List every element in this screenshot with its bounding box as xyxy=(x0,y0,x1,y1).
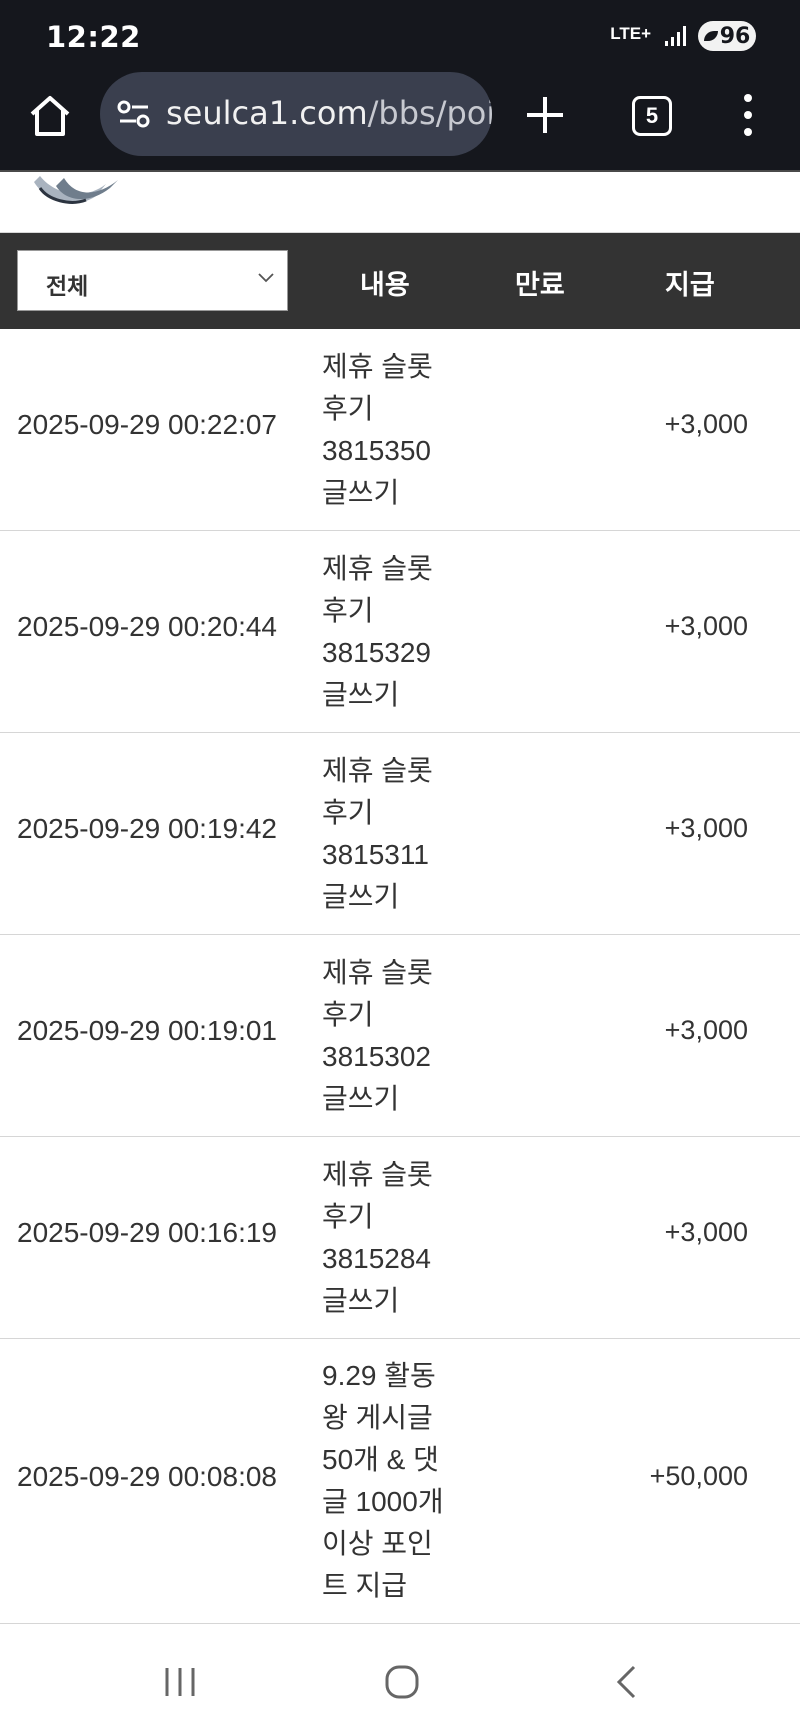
url-host: seulca1.com xyxy=(166,94,368,132)
row-date: 2025-09-29 00:08:08 xyxy=(17,1461,277,1492)
status-time: 12:22 xyxy=(46,20,141,54)
row-amount: +3,000 xyxy=(664,1217,748,1247)
site-logo[interactable] xyxy=(26,172,126,212)
row-amount: +3,000 xyxy=(664,611,748,641)
row-amount: +3,000 xyxy=(664,1015,748,1045)
row-date: 2025-09-29 00:19:01 xyxy=(17,1015,277,1046)
filter-value: 전체 xyxy=(46,273,89,299)
row-content: 제휴 슬롯 후기 3815350 글쓰기 xyxy=(322,351,433,508)
address-bar[interactable]: seulca1.com/bbs/poi xyxy=(100,72,492,156)
row-content: 제휴 슬롯 후기 3815311 글쓰기 xyxy=(322,755,433,912)
column-header-expire: 만료 xyxy=(515,270,565,300)
table-row: 2025-09-29 00:22:07 제휴 슬롯 후기 3815350 글쓰기… xyxy=(0,329,800,531)
chevron-down-icon xyxy=(258,273,274,283)
more-vert-icon[interactable] xyxy=(740,92,756,140)
row-amount: +50,000 xyxy=(649,1461,748,1491)
row-date: 2025-09-29 00:20:44 xyxy=(17,611,277,642)
battery-indicator: 96 xyxy=(698,21,756,51)
network-type: LTE+ xyxy=(610,24,651,43)
browser-toolbar: seulca1.com/bbs/poi 5 xyxy=(0,70,800,172)
column-header-content: 내용 xyxy=(360,270,410,300)
site-header xyxy=(0,172,800,233)
url-text[interactable]: seulca1.com/bbs/poi xyxy=(166,94,492,132)
signal-icon xyxy=(665,26,686,46)
points-table: 2025-09-29 00:22:07 제휴 슬롯 후기 3815350 글쓰기… xyxy=(0,329,800,1624)
row-content: 제휴 슬롯 후기 3815329 글쓰기 xyxy=(322,553,433,710)
power-saving-icon xyxy=(703,31,718,41)
table-row: 2025-09-29 00:20:44 제휴 슬롯 후기 3815329 글쓰기… xyxy=(0,531,800,733)
table-row: 2025-09-29 00:19:42 제휴 슬롯 후기 3815311 글쓰기… xyxy=(0,733,800,935)
row-content: 제휴 슬롯 후기 3815284 글쓰기 xyxy=(322,1159,433,1316)
row-content: 9.29 활동 왕 게시글 50개 & 댓 글 1000개 이상 포인 트 지급 xyxy=(322,1360,444,1601)
tune-icon[interactable] xyxy=(116,98,152,130)
table-row: 2025-09-29 00:19:01 제휴 슬롯 후기 3815302 글쓰기… xyxy=(0,935,800,1137)
recent-apps-icon[interactable] xyxy=(162,1666,198,1698)
row-date: 2025-09-29 00:16:19 xyxy=(17,1217,277,1248)
row-content: 제휴 슬롯 후기 3815302 글쓰기 xyxy=(322,957,433,1114)
system-nav-bar xyxy=(0,1624,800,1734)
back-icon[interactable] xyxy=(614,1664,638,1700)
plus-icon[interactable] xyxy=(522,92,568,138)
row-date: 2025-09-29 00:22:07 xyxy=(17,409,277,440)
table-row: 2025-09-29 00:16:19 제휴 슬롯 후기 3815284 글쓰기… xyxy=(0,1137,800,1339)
column-header-pay: 지급 xyxy=(665,270,715,300)
home-icon[interactable] xyxy=(24,90,76,142)
tab-switcher-button[interactable]: 5 xyxy=(632,96,672,136)
row-amount: +3,000 xyxy=(664,813,748,843)
battery-level: 96 xyxy=(719,23,751,49)
home-nav-icon[interactable] xyxy=(384,1664,420,1700)
table-row: 2025-09-29 00:08:08 9.29 활동 왕 게시글 50개 & … xyxy=(0,1339,800,1624)
row-amount: +3,000 xyxy=(664,409,748,439)
table-header: 전체 내용 만료 지급 xyxy=(0,233,800,329)
status-indicators: LTE+ 96 xyxy=(610,18,756,54)
row-date: 2025-09-29 00:19:42 xyxy=(17,813,277,844)
status-bar: 12:22 LTE+ 96 xyxy=(0,0,800,70)
url-path: /bbs/poi xyxy=(367,94,492,132)
filter-select[interactable]: 전체 xyxy=(17,250,288,311)
